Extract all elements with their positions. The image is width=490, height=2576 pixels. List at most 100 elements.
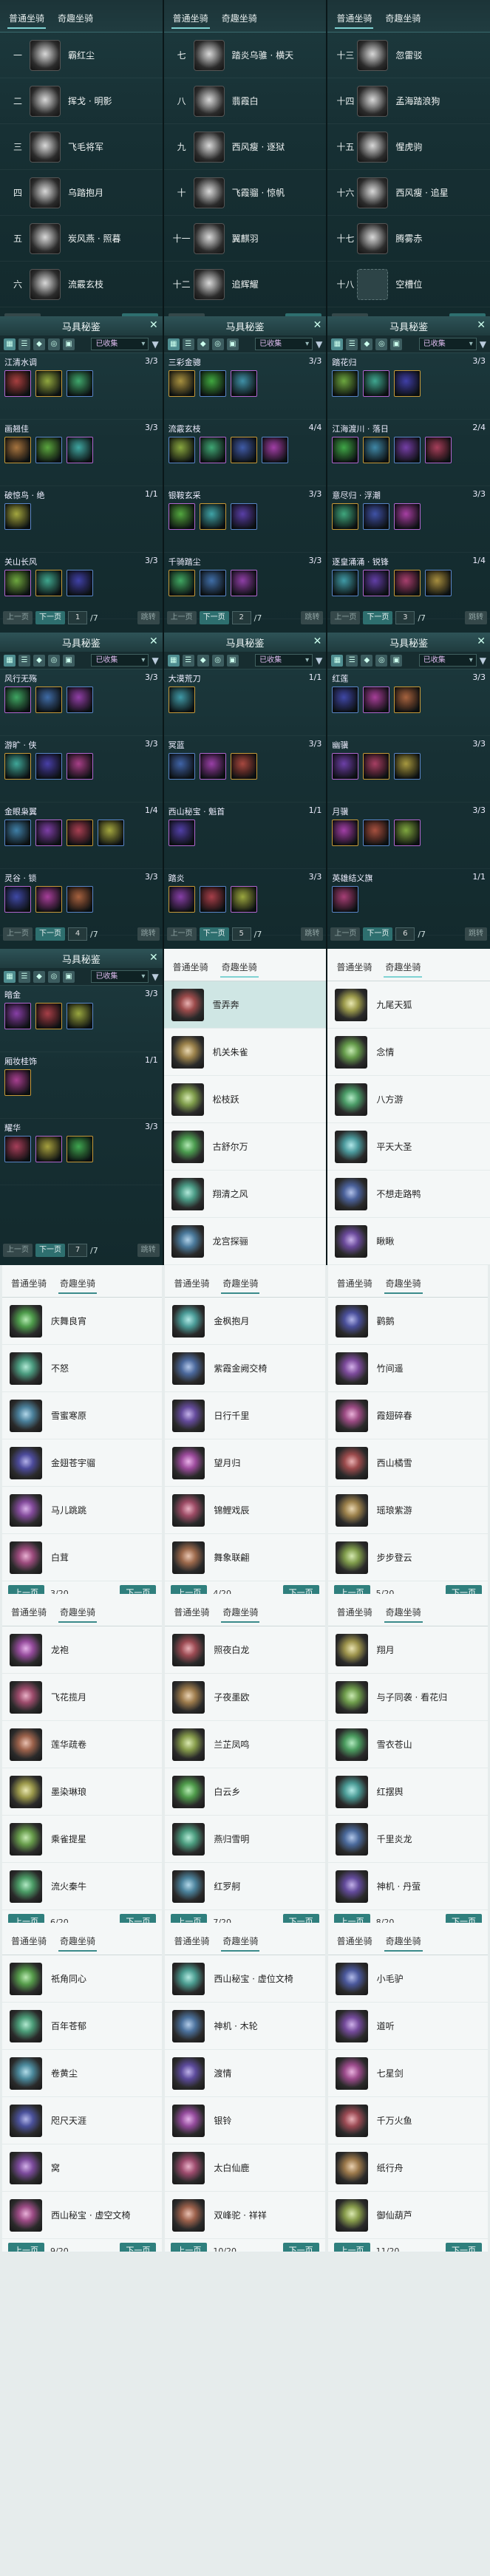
fancy-mount-row[interactable]: 流火秦牛	[2, 1863, 163, 1910]
mount-slot-row[interactable]: 七 踏炎乌骓 · 横天	[163, 33, 327, 78]
fancy-mount-row[interactable]: 望月归	[165, 1439, 325, 1487]
filter-funnel-icon[interactable]: ▼	[316, 339, 322, 350]
next-page-button[interactable]: 下一页	[35, 611, 65, 624]
fancy-mount-row[interactable]: 千万火鱼	[327, 2097, 488, 2144]
mount-slot-row[interactable]: 十一 翼麒羽	[163, 216, 327, 262]
prev-page-button[interactable]: 上一页	[171, 1585, 208, 1594]
equipment-item-icon[interactable]	[332, 570, 359, 596]
equipment-item-icon[interactable]	[35, 686, 62, 713]
list-view-icon[interactable]: ☰	[18, 970, 30, 983]
equipment-item-icon[interactable]	[363, 686, 390, 713]
fancy-mount-row[interactable]: 红摆舆	[327, 1768, 488, 1816]
close-icon[interactable]: ✕	[477, 319, 486, 331]
equipment-item-icon[interactable]	[363, 820, 390, 846]
grid-view-icon[interactable]: ▦	[167, 654, 180, 667]
collect-filter-select[interactable]: 已收集	[255, 654, 313, 667]
fancy-mount-row[interactable]: 瞅瞅	[327, 1218, 490, 1265]
fancy-mount-row[interactable]: 御仙葫芦	[327, 2192, 488, 2239]
category-filter-icon[interactable]: ◎	[48, 654, 60, 667]
equipment-item-icon[interactable]	[35, 570, 62, 596]
fancy-mount-row[interactable]: 步步登云	[327, 1534, 488, 1581]
equipment-item-icon[interactable]	[168, 503, 195, 530]
fancy-mount-row[interactable]: 小毛驴	[327, 1955, 488, 2003]
tab-fancy-mounts[interactable]: 奇趣坐骑	[384, 1277, 423, 1297]
grid-view-icon[interactable]: ▦	[4, 970, 16, 983]
equipment-item-icon[interactable]	[230, 886, 257, 913]
prev-page-button[interactable]: 上一页	[171, 2243, 208, 2252]
tab-fancy-mounts[interactable]: 奇趣坐骑	[384, 12, 422, 32]
prev-page-button[interactable]: 上一页	[8, 1914, 44, 1923]
mount-slot-row[interactable]: 五 炭风燕 · 照暮	[0, 216, 163, 262]
equipment-item-icon[interactable]	[199, 503, 226, 530]
jump-button[interactable]: 跳转	[137, 1244, 160, 1257]
prev-page-button[interactable]: 上一页	[8, 2243, 44, 2252]
prev-page-button[interactable]: 上一页	[330, 611, 361, 624]
fancy-mount-row[interactable]: 九尾天狐	[327, 981, 490, 1029]
prev-page-button[interactable]: 上一页	[166, 927, 197, 941]
fancy-mount-row[interactable]: 飞花揽月	[2, 1674, 163, 1721]
fancy-mount-row[interactable]: 翔清之风	[163, 1171, 327, 1218]
equipment-item-icon[interactable]	[35, 370, 62, 397]
equipment-item-icon[interactable]	[4, 1069, 31, 1096]
equipment-item-icon[interactable]	[332, 370, 359, 397]
equipment-item-icon[interactable]	[199, 570, 226, 596]
fancy-mount-row[interactable]: 神机 · 丹萤	[327, 1863, 488, 1910]
fancy-mount-row[interactable]: 百年苍郁	[2, 2003, 163, 2050]
next-page-button[interactable]: 下一页	[35, 1244, 65, 1257]
set-filter-icon[interactable]: ▣	[63, 654, 75, 667]
jump-button[interactable]: 跳转	[301, 927, 324, 941]
set-filter-icon[interactable]: ▣	[63, 970, 75, 983]
fancy-mount-row[interactable]: 兰芷凤鸣	[165, 1721, 325, 1768]
fancy-mount-row[interactable]: 纸行舟	[327, 2144, 488, 2192]
grid-view-icon[interactable]: ▦	[4, 338, 16, 350]
set-filter-icon[interactable]: ▣	[63, 338, 75, 350]
mount-slot-row[interactable]: 十二 追辉耀	[163, 262, 327, 307]
list-view-icon[interactable]: ☰	[18, 654, 30, 667]
equipment-item-icon[interactable]	[199, 370, 226, 397]
next-page-button[interactable]: 下一页	[445, 1914, 482, 1923]
collect-filter-select[interactable]: 已收集	[255, 338, 313, 350]
tab-normal-mounts[interactable]: 普通坐骑	[336, 1935, 374, 1955]
fancy-mount-row[interactable]: 燕归雪明	[165, 1816, 325, 1863]
equipment-item-icon[interactable]	[230, 370, 257, 397]
list-view-icon[interactable]: ☰	[346, 338, 358, 350]
category-filter-icon[interactable]: ◎	[211, 338, 224, 350]
quality-filter-icon[interactable]: ◆	[33, 970, 45, 983]
fancy-mount-row[interactable]: 莲华疏卷	[2, 1721, 163, 1768]
equipment-item-icon[interactable]	[363, 503, 390, 530]
list-view-icon[interactable]: ☰	[18, 338, 30, 350]
next-page-button[interactable]: 下一页	[363, 611, 393, 624]
grid-view-icon[interactable]: ▦	[4, 654, 16, 667]
prev-page-button[interactable]: 上一页	[166, 611, 197, 624]
filter-funnel-icon[interactable]: ▼	[480, 339, 486, 350]
category-filter-icon[interactable]: ◎	[48, 970, 60, 983]
equipment-item-icon[interactable]	[230, 570, 257, 596]
fancy-mount-row[interactable]: 银铃	[165, 2097, 325, 2144]
equipment-item-icon[interactable]	[168, 820, 195, 846]
fancy-mount-row[interactable]: 马儿跳跳	[2, 1487, 163, 1534]
prev-page-button[interactable]: 上一页	[3, 1244, 33, 1257]
set-filter-icon[interactable]: ▣	[390, 654, 403, 667]
equipment-item-icon[interactable]	[394, 370, 421, 397]
mount-slot-row[interactable]: 十 飞霞骝 · 惊帆	[163, 170, 327, 216]
mount-slot-row[interactable]: 二 挥戈 · 明影	[0, 78, 163, 124]
equipment-item-icon[interactable]	[35, 1136, 62, 1162]
equipment-item-icon[interactable]	[35, 820, 62, 846]
equipment-item-icon[interactable]	[168, 886, 195, 913]
tab-fancy-mounts[interactable]: 奇趣坐骑	[384, 1935, 423, 1955]
filter-funnel-icon[interactable]: ▼	[480, 655, 486, 666]
fancy-mount-row[interactable]: 卷黄尘	[2, 2050, 163, 2097]
tab-normal-mounts[interactable]: 普通坐骑	[171, 12, 210, 32]
next-page-button[interactable]: 下一页	[120, 1585, 157, 1594]
equipment-item-icon[interactable]	[230, 437, 257, 463]
page-number-input[interactable]: 3	[395, 611, 415, 624]
tab-normal-mounts[interactable]: 普通坐骑	[336, 1277, 374, 1297]
set-filter-icon[interactable]: ▣	[390, 338, 403, 350]
mount-slot-row[interactable]: 三 飞毛将军	[0, 124, 163, 170]
quality-filter-icon[interactable]: ◆	[197, 338, 209, 350]
fancy-mount-row[interactable]: 平天大圣	[327, 1123, 490, 1171]
equipment-item-icon[interactable]	[4, 886, 31, 913]
fancy-mount-row[interactable]: 日行千里	[165, 1392, 325, 1439]
equipment-item-icon[interactable]	[67, 1003, 93, 1029]
fancy-mount-row[interactable]: 八方游	[327, 1076, 490, 1123]
